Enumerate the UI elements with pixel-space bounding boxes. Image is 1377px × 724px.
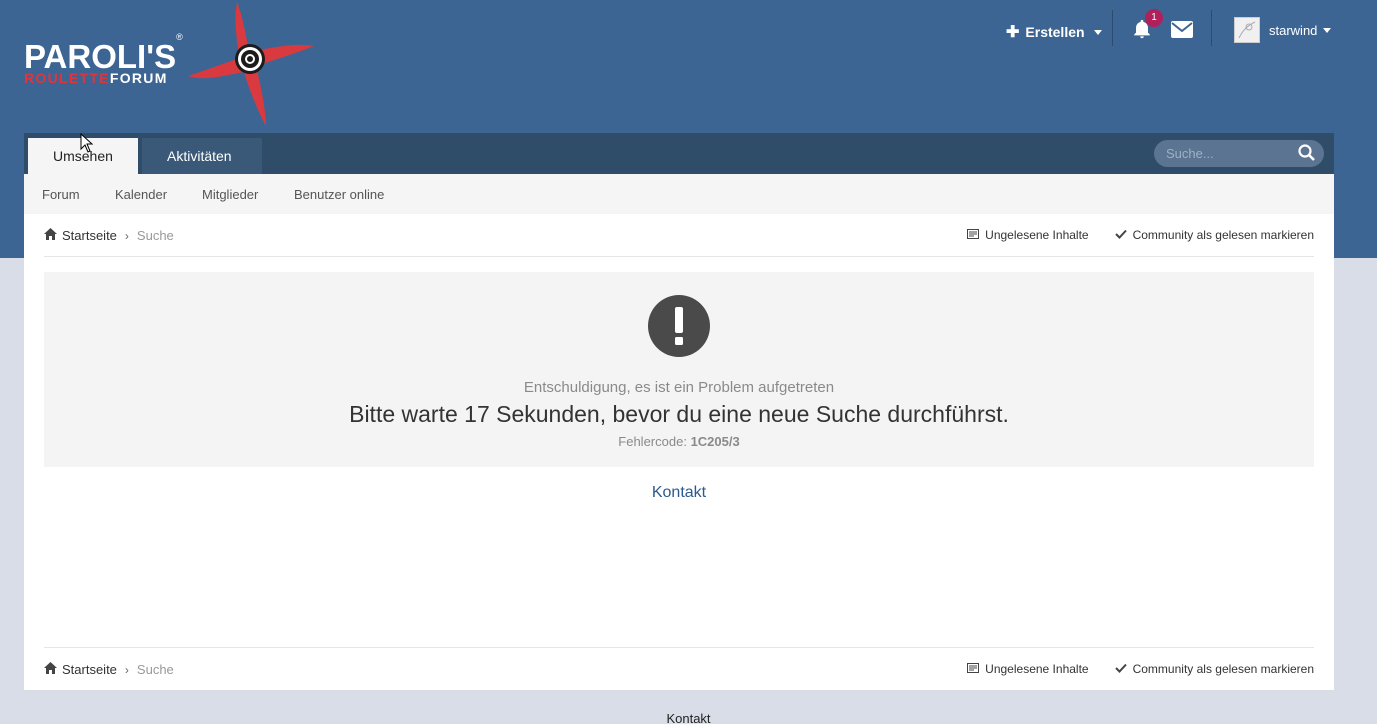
unread-icon <box>967 662 980 676</box>
tab-aktivitaeten[interactable]: Aktivitäten <box>142 138 262 174</box>
sub-nav: Forum Kalender Mitglieder Benutzer onlin… <box>24 174 1334 214</box>
home-icon <box>44 228 57 243</box>
user-avatar[interactable] <box>1234 17 1260 43</box>
chevron-right-icon: › <box>124 228 129 243</box>
unread-content-link[interactable]: Ungelesene Inhalte <box>985 228 1088 242</box>
divider <box>44 647 1314 648</box>
site-logo[interactable]: PAROLI'S® ROULETTEFORUM <box>22 0 322 130</box>
logo-subtitle: ROULETTEFORUM <box>24 70 168 86</box>
logo-title: PAROLI'S® <box>24 32 183 75</box>
subnav-item-kalender[interactable]: Kalender <box>115 174 167 216</box>
footer-contact-link[interactable]: Kontakt <box>0 711 1377 724</box>
breadcrumb-bottom: Startseite › Suche Ungelesene Inhalte Co… <box>44 662 1314 682</box>
notification-count-badge: 1 <box>1145 9 1163 27</box>
breadcrumb-current: Suche <box>136 662 174 677</box>
mark-community-read-link[interactable]: Community als gelesen markieren <box>1133 228 1314 242</box>
exclamation-icon <box>648 295 710 362</box>
contact-link[interactable]: Kontakt <box>24 484 1334 502</box>
error-message: Bitte warte 17 Sekunden, bevor du eine n… <box>349 401 1009 427</box>
plus-icon: ✚ <box>1006 24 1020 41</box>
breadcrumb: Startseite › Suche Ungelesene Inhalte Co… <box>44 228 1314 248</box>
create-button[interactable]: ✚ Erstellen <box>1006 22 1102 42</box>
roulette-cross-icon <box>188 2 314 126</box>
chevron-down-icon <box>1323 28 1332 33</box>
unread-icon <box>967 228 980 242</box>
chevron-right-icon: › <box>124 662 129 677</box>
error-subtitle: Entschuldigung, es ist ein Problem aufge… <box>523 379 835 396</box>
mouse-cursor-icon <box>80 132 94 158</box>
breadcrumb-current: Suche <box>136 228 174 243</box>
divider <box>44 256 1314 257</box>
breadcrumb-home[interactable]: Startseite <box>62 662 117 677</box>
error-code: Fehlercode: 1C205/3 <box>618 434 740 449</box>
checkmark-icon <box>1114 662 1127 676</box>
user-menu[interactable]: starwind <box>1269 23 1332 38</box>
search-icon[interactable] <box>1298 144 1315 166</box>
mark-community-read-link[interactable]: Community als gelesen markieren <box>1133 662 1314 676</box>
error-message-box: Entschuldigung, es ist ein Problem aufge… <box>44 272 1314 467</box>
main-content: Startseite › Suche Ungelesene Inhalte Co… <box>24 214 1334 690</box>
chevron-down-icon <box>1093 29 1102 35</box>
subnav-item-forum[interactable]: Forum <box>42 174 80 216</box>
breadcrumb-home[interactable]: Startseite <box>62 228 117 243</box>
subnav-item-mitglieder[interactable]: Mitglieder <box>202 174 258 216</box>
messages-envelope-icon[interactable] <box>1171 21 1193 43</box>
user-bar-separator <box>1112 10 1113 46</box>
home-icon <box>44 662 57 677</box>
checkmark-icon <box>1114 228 1127 242</box>
main-nav: Umsehen Aktivitäten <box>24 133 1334 174</box>
user-bar-separator <box>1211 10 1212 46</box>
unread-content-link[interactable]: Ungelesene Inhalte <box>985 662 1088 676</box>
subnav-item-benutzer-online[interactable]: Benutzer online <box>294 174 384 216</box>
